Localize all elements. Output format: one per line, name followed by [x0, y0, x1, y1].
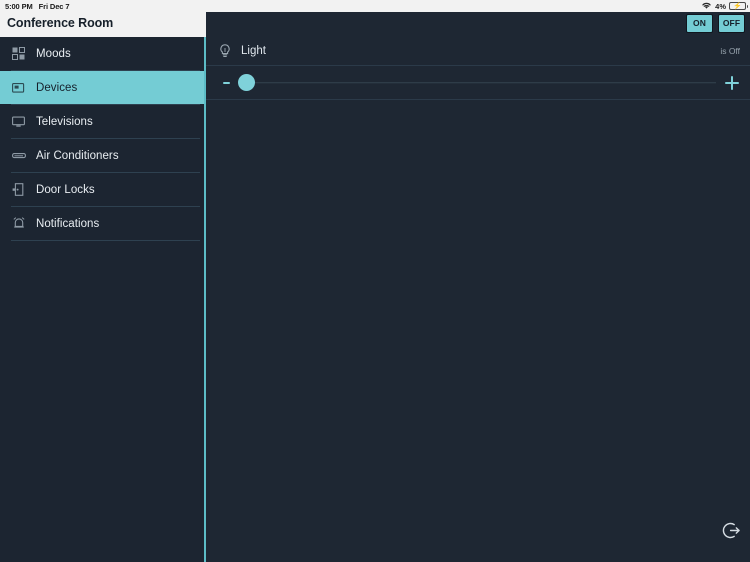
device-name: Light [241, 45, 266, 57]
sidebar-item-label: Devices [36, 81, 78, 94]
battery-charging-icon: ⚡ [729, 2, 748, 10]
battery-percent: 4% [715, 1, 726, 11]
status-time: 5:00 PM [5, 1, 33, 11]
body-area: Moods Devices Televisions Air Conditione… [0, 37, 750, 562]
slider-row-divider [206, 99, 750, 100]
status-bar: 5:00 PM Fri Dec 7 4% ⚡ [0, 0, 750, 12]
sidebar-item-notifications[interactable]: Notifications [0, 207, 204, 240]
brightness-slider-track[interactable] [243, 81, 716, 84]
sidebar-item-moods[interactable]: Moods [0, 37, 204, 70]
wifi-icon [701, 1, 712, 12]
brightness-slider-thumb[interactable] [238, 74, 255, 91]
sidebar-item-air-conditioners[interactable]: Air Conditioners [0, 139, 204, 172]
device-state: is Off [720, 46, 740, 56]
sidebar-item-label: Moods [36, 47, 71, 60]
air-conditioner-icon [11, 148, 26, 163]
status-bar-left: 5:00 PM Fri Dec 7 [5, 1, 70, 11]
sidebar-item-devices[interactable]: Devices [0, 71, 204, 104]
content-panel: Light is Off [206, 37, 750, 562]
plus-icon[interactable] [725, 75, 739, 90]
sidebar-item-door-locks[interactable]: Door Locks [0, 173, 204, 206]
power-toggle-group: ON OFF [686, 13, 745, 33]
sidebar-divider [11, 240, 200, 241]
title-bar: Conference Room ON OFF [0, 12, 750, 37]
sidebar-item-label: Televisions [36, 115, 93, 128]
app-root: 5:00 PM Fri Dec 7 4% ⚡ Conference Room O… [0, 0, 750, 562]
devices-icon [11, 80, 26, 95]
power-off-button[interactable]: OFF [718, 13, 745, 33]
notification-bell-icon [11, 216, 26, 231]
brightness-slider-row [206, 66, 750, 99]
minus-icon[interactable] [220, 77, 232, 89]
status-date: Fri Dec 7 [38, 1, 70, 11]
sidebar: Moods Devices Televisions Air Conditione… [0, 37, 204, 562]
lightbulb-icon [218, 43, 232, 59]
power-on-button[interactable]: ON [686, 13, 713, 33]
sidebar-item-label: Door Locks [36, 183, 95, 196]
moods-icon [11, 46, 26, 61]
sidebar-item-televisions[interactable]: Televisions [0, 105, 204, 138]
sidebar-item-label: Notifications [36, 217, 100, 230]
page-title: Conference Room [7, 16, 114, 30]
title-bar-actions-area: ON OFF [206, 12, 750, 37]
door-lock-icon [11, 182, 26, 197]
sidebar-item-label: Air Conditioners [36, 149, 119, 162]
status-bar-right: 4% ⚡ [701, 0, 748, 12]
logout-icon[interactable] [720, 519, 742, 541]
television-icon [11, 114, 26, 129]
device-header: Light is Off [206, 37, 750, 65]
